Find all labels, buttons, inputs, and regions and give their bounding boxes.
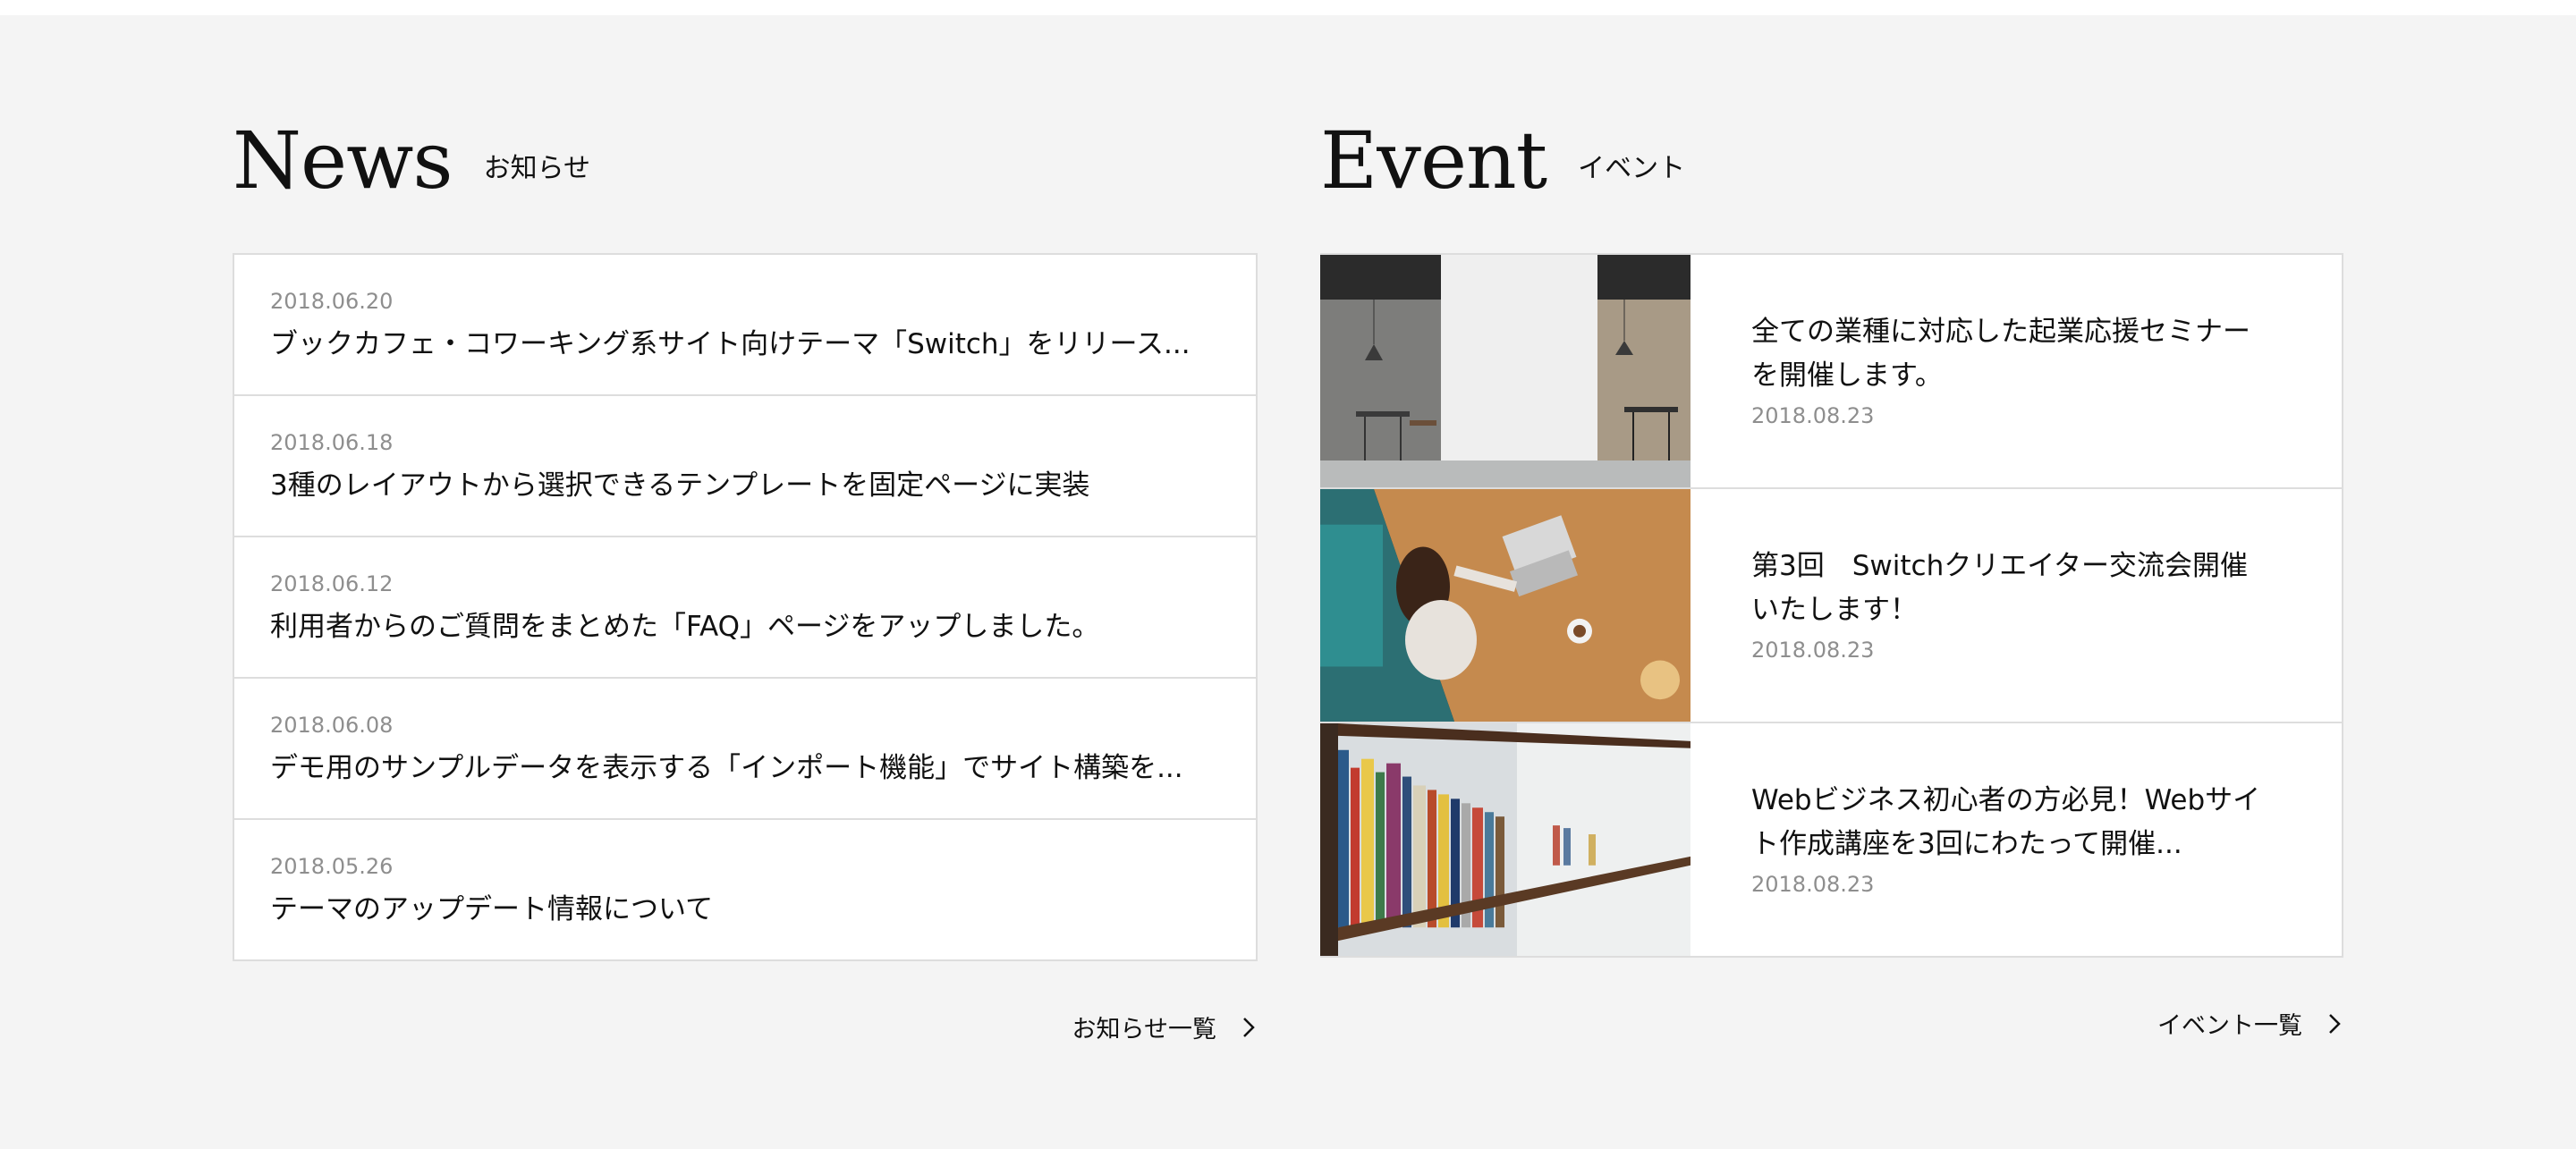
event-text: 第3回 Switchクリエイター交流会開催 いたします！ 2018.08.23 [1751, 545, 2288, 666]
event-list: 全ての業種に対応した起業応援セミナー を開催します。 2018.08.23 第3… [1320, 253, 2343, 958]
news-date: 2018.06.12 [270, 571, 394, 596]
news-heading: News お知らせ [233, 112, 590, 210]
news-title[interactable]: 3種のレイアウトから選択できるテンプレートを固定ページに実装 [270, 466, 1209, 505]
news-list-link-label: お知らせ一覧 [1072, 1016, 1216, 1043]
bookshelf-photo[interactable] [1320, 723, 1690, 956]
event-heading-ja: イベント [1578, 153, 1686, 184]
event-item[interactable]: 全ての業種に対応した起業応援セミナー を開催します。 2018.08.23 [1320, 255, 2342, 487]
news-item[interactable]: 2018.06.08 デモ用のサンプルデータを表示する「インポート機能」でサイト… [234, 677, 1256, 818]
event-title[interactable]: 第3回 Switchクリエイター交流会開催 いたします！ [1751, 545, 2288, 632]
event-text: 全ての業種に対応した起業応援セミナー を開催します。 2018.08.23 [1751, 310, 2288, 432]
news-title[interactable]: テーマのアップデート情報について [270, 890, 1209, 929]
news-item[interactable]: 2018.05.26 テーマのアップデート情報について [234, 818, 1256, 959]
news-date: 2018.06.08 [270, 713, 394, 738]
event-title-line: 第3回 Switchクリエイター交流会開催 [1751, 550, 2248, 582]
news-list-link[interactable]: お知らせ一覧 [1072, 1010, 1258, 1044]
news-date: 2018.05.26 [270, 854, 394, 879]
event-title[interactable]: 全ての業種に対応した起業応援セミナー を開催します。 [1751, 310, 2288, 398]
news-item[interactable]: 2018.06.12 利用者からのご質問をまとめた「FAQ」ページをアップしまし… [234, 536, 1256, 677]
news-heading-ja: お知らせ [483, 153, 591, 184]
news-list: 2018.06.20 ブックカフェ・コワーキング系サイト向けテーマ「Switch… [233, 253, 1258, 961]
news-title[interactable]: デモ用のサンプルデータを表示する「インポート機能」でサイト構築を... [270, 748, 1209, 788]
event-date: 2018.08.23 [1751, 403, 1875, 428]
event-title-line: を開催します。 [1751, 359, 1943, 392]
event-list-link[interactable]: イベント一覧 [2157, 1006, 2343, 1041]
event-list-link-label: イベント一覧 [2157, 1012, 2302, 1040]
event-title-line: いたします！ [1751, 594, 1918, 626]
cafe-interior-photo[interactable] [1320, 255, 1690, 487]
event-item[interactable]: Webビジネス初心者の方必見！Webサイ ト作成講座を3回にわたって開催... … [1320, 722, 2342, 956]
news-date: 2018.06.20 [270, 289, 394, 314]
news-item[interactable]: 2018.06.20 ブックカフェ・コワーキング系サイト向けテーマ「Switch… [234, 255, 1256, 394]
event-heading-en: Event [1320, 114, 1547, 207]
event-date: 2018.08.23 [1751, 872, 1875, 897]
event-text: Webビジネス初心者の方必見！Webサイ ト作成講座を3回にわたって開催... … [1751, 779, 2288, 900]
event-title-line: 全ての業種に対応した起業応援セミナー [1751, 316, 2250, 348]
news-date: 2018.06.18 [270, 430, 394, 455]
chevron-right-icon [2329, 1013, 2341, 1034]
news-title[interactable]: ブックカフェ・コワーキング系サイト向けテーマ「Switch」をリリース... [270, 325, 1209, 364]
news-event-section: News お知らせ 2018.06.20 ブックカフェ・コワーキング系サイト向け… [0, 15, 2576, 1149]
event-title-line: Webビジネス初心者の方必見！Webサイ [1751, 784, 2261, 816]
event-item[interactable]: 第3回 Switchクリエイター交流会開催 いたします！ 2018.08.23 [1320, 487, 2342, 722]
chevron-right-icon [1243, 1017, 1255, 1037]
event-heading: Event イベント [1320, 112, 1685, 210]
news-item[interactable]: 2018.06.18 3種のレイアウトから選択できるテンプレートを固定ページに実… [234, 394, 1256, 536]
news-heading-en: News [233, 114, 453, 207]
event-title[interactable]: Webビジネス初心者の方必見！Webサイ ト作成講座を3回にわたって開催... [1751, 779, 2288, 866]
event-title-line: ト作成講座を3回にわたって開催... [1751, 828, 2182, 860]
event-date: 2018.08.23 [1751, 638, 1875, 663]
woman-laptop-photo[interactable] [1320, 489, 1690, 722]
news-title[interactable]: 利用者からのご質問をまとめた「FAQ」ページをアップしました。 [270, 607, 1209, 646]
